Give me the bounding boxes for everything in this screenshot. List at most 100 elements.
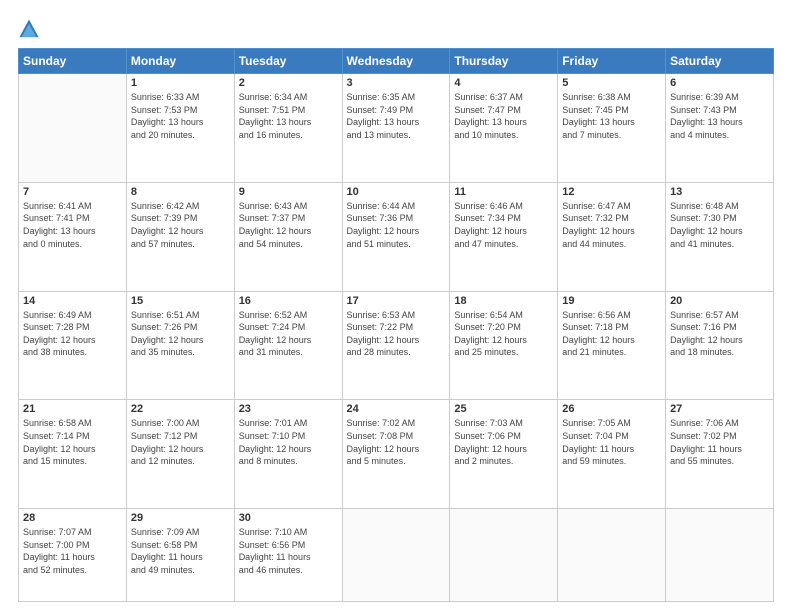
logo [18, 18, 44, 40]
day-number: 22 [131, 403, 230, 415]
day-number: 8 [131, 186, 230, 198]
day-info: Sunrise: 6:56 AM Sunset: 7:18 PM Dayligh… [562, 309, 661, 359]
day-info: Sunrise: 6:42 AM Sunset: 7:39 PM Dayligh… [131, 200, 230, 250]
day-info: Sunrise: 7:05 AM Sunset: 7:04 PM Dayligh… [562, 417, 661, 467]
calendar-cell: 16 Sunrise: 6:52 AM Sunset: 7:24 PM Dayli… [234, 291, 342, 400]
calendar-week-row: 7 Sunrise: 6:41 AM Sunset: 7:41 PM Daylig… [19, 182, 774, 291]
calendar-cell: 8 Sunrise: 6:42 AM Sunset: 7:39 PM Daylig… [126, 182, 234, 291]
day-number: 16 [239, 295, 338, 307]
calendar-cell: 7 Sunrise: 6:41 AM Sunset: 7:41 PM Daylig… [19, 182, 127, 291]
calendar-cell: 10Sunrise: 6:44 AM Sunset: 7:36 PM Dayli… [342, 182, 450, 291]
calendar-cell: 23Sunrise: 7:01 AM Sunset: 7:10 PM Dayli… [234, 400, 342, 509]
day-number: 17 [347, 295, 446, 307]
calendar-header-row: SundayMondayTuesdayWednesdayThursdayFrid… [19, 49, 774, 74]
calendar-cell: 13 Sunrise: 6:48 AM Sunset: 7:30 PM Dayli… [666, 182, 774, 291]
calendar-cell: 29 Sunrise: 7:09 AM Sunset: 6:58 PM Dayli… [126, 509, 234, 602]
calendar-cell: 15Sunrise: 6:51 AM Sunset: 7:26 PM Dayli… [126, 291, 234, 400]
page: SundayMondayTuesdayWednesdayThursdayFrid… [0, 0, 792, 612]
day-number: 9 [239, 186, 338, 198]
day-info: Sunrise: 6:49 AM Sunset: 7:28 PM Dayligh… [23, 309, 122, 359]
day-number: 6 [670, 77, 769, 89]
day-number: 28 [23, 512, 122, 524]
calendar-cell [19, 74, 127, 183]
day-info: Sunrise: 6:33 AM Sunset: 7:53 PM Dayligh… [131, 91, 230, 141]
calendar-cell: 14 Sunrise: 6:49 AM Sunset: 7:28 PM Dayli… [19, 291, 127, 400]
calendar-cell: 2 Sunrise: 6:34 AM Sunset: 7:51 PM Daylig… [234, 74, 342, 183]
calendar-cell [342, 509, 450, 602]
calendar-cell: 1 Sunrise: 6:33 AM Sunset: 7:53 PM Daylig… [126, 74, 234, 183]
calendar-week-row: 28 Sunrise: 7:07 AM Sunset: 7:00 PM Dayli… [19, 509, 774, 602]
day-info: Sunrise: 6:53 AM Sunset: 7:22 PM Dayligh… [347, 309, 446, 359]
day-number: 25 [454, 403, 553, 415]
day-number: 21 [23, 403, 122, 415]
calendar-cell: 11 Sunrise: 6:46 AM Sunset: 7:34 PM Dayli… [450, 182, 558, 291]
day-info: Sunrise: 7:07 AM Sunset: 7:00 PM Dayligh… [23, 526, 122, 576]
calendar-cell [558, 509, 666, 602]
day-info: Sunrise: 6:38 AM Sunset: 7:45 PM Dayligh… [562, 91, 661, 141]
calendar-cell: 4 Sunrise: 6:37 AM Sunset: 7:47 PM Daylig… [450, 74, 558, 183]
day-info: Sunrise: 6:34 AM Sunset: 7:51 PM Dayligh… [239, 91, 338, 141]
day-info: Sunrise: 6:37 AM Sunset: 7:47 PM Dayligh… [454, 91, 553, 141]
calendar-week-row: 14 Sunrise: 6:49 AM Sunset: 7:28 PM Dayli… [19, 291, 774, 400]
day-number: 1 [131, 77, 230, 89]
day-number: 5 [562, 77, 661, 89]
calendar-cell: 6 Sunrise: 6:39 AM Sunset: 7:43 PM Daylig… [666, 74, 774, 183]
day-info: Sunrise: 6:52 AM Sunset: 7:24 PM Dayligh… [239, 309, 338, 359]
day-info: Sunrise: 6:48 AM Sunset: 7:30 PM Dayligh… [670, 200, 769, 250]
calendar-header-thursday: Thursday [450, 49, 558, 74]
calendar-cell: 17 Sunrise: 6:53 AM Sunset: 7:22 PM Dayli… [342, 291, 450, 400]
day-number: 13 [670, 186, 769, 198]
calendar-header-tuesday: Tuesday [234, 49, 342, 74]
day-info: Sunrise: 7:02 AM Sunset: 7:08 PM Dayligh… [347, 417, 446, 467]
calendar-cell: 9 Sunrise: 6:43 AM Sunset: 7:37 PM Daylig… [234, 182, 342, 291]
day-info: Sunrise: 6:41 AM Sunset: 7:41 PM Dayligh… [23, 200, 122, 250]
calendar-cell: 22 Sunrise: 7:00 AM Sunset: 7:12 PM Dayli… [126, 400, 234, 509]
calendar-table: SundayMondayTuesdayWednesdayThursdayFrid… [18, 48, 774, 602]
day-info: Sunrise: 7:06 AM Sunset: 7:02 PM Dayligh… [670, 417, 769, 467]
day-number: 18 [454, 295, 553, 307]
day-number: 2 [239, 77, 338, 89]
day-number: 20 [670, 295, 769, 307]
calendar-header-monday: Monday [126, 49, 234, 74]
calendar-week-row: 21 Sunrise: 6:58 AM Sunset: 7:14 PM Dayli… [19, 400, 774, 509]
day-info: Sunrise: 6:54 AM Sunset: 7:20 PM Dayligh… [454, 309, 553, 359]
calendar-cell: 24 Sunrise: 7:02 AM Sunset: 7:08 PM Dayli… [342, 400, 450, 509]
day-number: 10 [347, 186, 446, 198]
day-number: 27 [670, 403, 769, 415]
day-info: Sunrise: 7:09 AM Sunset: 6:58 PM Dayligh… [131, 526, 230, 576]
day-number: 29 [131, 512, 230, 524]
calendar-cell: 3 Sunrise: 6:35 AM Sunset: 7:49 PM Daylig… [342, 74, 450, 183]
calendar-cell: 20Sunrise: 6:57 AM Sunset: 7:16 PM Dayli… [666, 291, 774, 400]
day-info: Sunrise: 7:03 AM Sunset: 7:06 PM Dayligh… [454, 417, 553, 467]
calendar-header-sunday: Sunday [19, 49, 127, 74]
day-info: Sunrise: 6:43 AM Sunset: 7:37 PM Dayligh… [239, 200, 338, 250]
day-info: Sunrise: 7:10 AM Sunset: 6:56 PM Dayligh… [239, 526, 338, 576]
day-number: 23 [239, 403, 338, 415]
calendar-cell: 27 Sunrise: 7:06 AM Sunset: 7:02 PM Dayli… [666, 400, 774, 509]
day-info: Sunrise: 6:58 AM Sunset: 7:14 PM Dayligh… [23, 417, 122, 467]
day-number: 15 [131, 295, 230, 307]
day-number: 14 [23, 295, 122, 307]
day-number: 12 [562, 186, 661, 198]
day-info: Sunrise: 6:35 AM Sunset: 7:49 PM Dayligh… [347, 91, 446, 141]
calendar-cell: 19Sunrise: 6:56 AM Sunset: 7:18 PM Dayli… [558, 291, 666, 400]
header [18, 18, 774, 40]
day-number: 24 [347, 403, 446, 415]
logo-icon [18, 18, 40, 40]
calendar-cell: 26Sunrise: 7:05 AM Sunset: 7:04 PM Dayli… [558, 400, 666, 509]
day-info: Sunrise: 6:46 AM Sunset: 7:34 PM Dayligh… [454, 200, 553, 250]
day-number: 11 [454, 186, 553, 198]
calendar-cell: 18 Sunrise: 6:54 AM Sunset: 7:20 PM Dayli… [450, 291, 558, 400]
day-info: Sunrise: 7:00 AM Sunset: 7:12 PM Dayligh… [131, 417, 230, 467]
day-info: Sunrise: 6:39 AM Sunset: 7:43 PM Dayligh… [670, 91, 769, 141]
calendar-cell [450, 509, 558, 602]
calendar-cell: 28 Sunrise: 7:07 AM Sunset: 7:00 PM Dayli… [19, 509, 127, 602]
day-number: 7 [23, 186, 122, 198]
calendar-week-row: 1 Sunrise: 6:33 AM Sunset: 7:53 PM Daylig… [19, 74, 774, 183]
calendar-cell: 30Sunrise: 7:10 AM Sunset: 6:56 PM Dayli… [234, 509, 342, 602]
day-number: 3 [347, 77, 446, 89]
calendar-header-friday: Friday [558, 49, 666, 74]
day-number: 4 [454, 77, 553, 89]
calendar-cell: 5 Sunrise: 6:38 AM Sunset: 7:45 PM Daylig… [558, 74, 666, 183]
calendar-cell: 25 Sunrise: 7:03 AM Sunset: 7:06 PM Dayli… [450, 400, 558, 509]
